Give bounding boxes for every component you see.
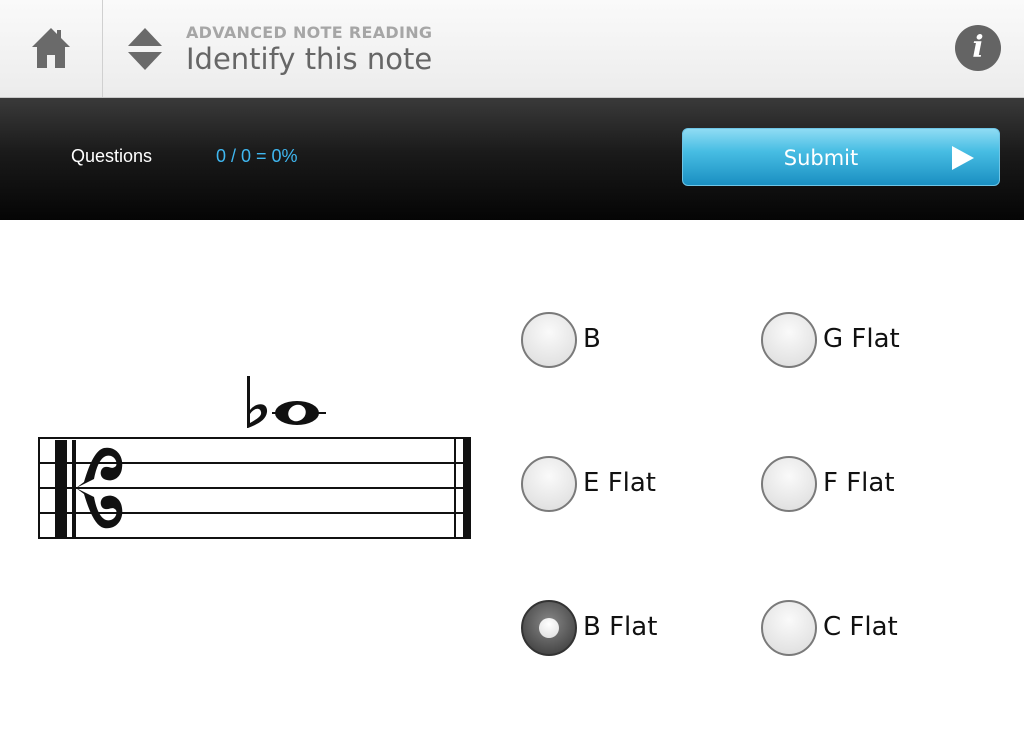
radio-button[interactable] (521, 312, 577, 368)
answer-label: C Flat (823, 612, 898, 642)
questions-label: Questions (71, 146, 153, 166)
answer-label: B Flat (583, 612, 658, 642)
exercise-switch-button[interactable] (122, 26, 168, 72)
final-barline-thick (463, 437, 471, 539)
radio-button[interactable] (521, 456, 577, 512)
play-arrow-icon (952, 146, 974, 170)
radio-button[interactable] (761, 312, 817, 368)
score-bar: Questions 0 / 0 = 0% Submit (0, 98, 1024, 220)
score-value: 0 / 0 = 0% (216, 146, 298, 166)
radio-button[interactable] (521, 600, 577, 656)
music-staff (38, 376, 471, 539)
radio-button[interactable] (761, 600, 817, 656)
answer-label: F Flat (823, 468, 895, 498)
answer-label: B (583, 324, 601, 354)
submit-button[interactable]: Submit (682, 128, 1000, 186)
page-title: Identify this note (186, 42, 433, 76)
home-button[interactable] (0, 0, 103, 97)
radio-button[interactable] (761, 456, 817, 512)
home-icon (32, 28, 70, 68)
whole-note-icon (275, 401, 319, 425)
flat-icon (247, 376, 268, 428)
answer-label: E Flat (583, 468, 656, 498)
submit-label: Submit (783, 146, 859, 170)
up-down-arrows-icon (128, 28, 162, 70)
answer-label: G Flat (823, 324, 900, 354)
info-icon[interactable]: i (955, 25, 1001, 71)
app-header: ADVANCED NOTE READING Identify this note… (0, 0, 1024, 98)
exercise-category: ADVANCED NOTE READING (186, 23, 433, 42)
